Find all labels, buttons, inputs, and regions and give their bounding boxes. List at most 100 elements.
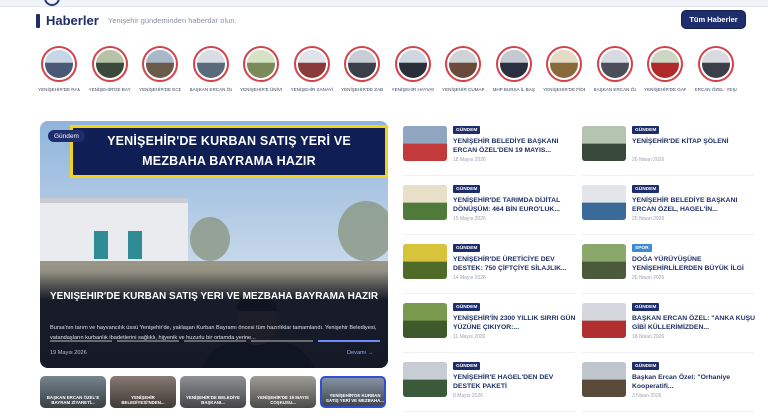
story-image xyxy=(449,50,477,78)
hero-progress-segment xyxy=(117,340,179,342)
news-title[interactable]: BAŞKAN ERCAN ÖZEL: "ANKA KUŞU GİBİ KÜLLE… xyxy=(632,314,758,332)
story-image xyxy=(196,50,225,78)
news-item[interactable]: SPOR DOĞA YÜRÜYÜŞÜNE YENİŞEHİRLİLERDEN BÜ… xyxy=(582,244,754,302)
hero-category-tag: Gündem xyxy=(48,130,85,142)
story-caption: YENİŞEHİR SANAYİ SİTESİ... xyxy=(290,87,333,92)
story-caption: ERCAN ÖZEL: YEŞAŞ YENİDE... xyxy=(694,87,737,92)
news-thumbnail xyxy=(403,362,447,397)
section-header: Haberler Yenişehir gündeminden haberdar … xyxy=(0,8,768,34)
hero-thumbnail-active[interactable]: YENİŞEHİR'DE KURBAN SATIŞ YERİ VE MEZBAH… xyxy=(320,376,386,408)
hero-thumbnail[interactable]: YENİŞEHİR'DE BELEDİYE BAŞKANI... xyxy=(180,376,246,408)
hero-thumbnail[interactable]: YENİŞEHİR BELEDİYESİ'NDEN... xyxy=(110,376,176,408)
story-item[interactable]: MHP BURSA İL BAŞKANI... xyxy=(493,46,535,93)
all-news-button[interactable]: Tüm Haberler xyxy=(681,10,746,29)
story-image xyxy=(499,50,528,78)
news-category-badge: GÜNDEM xyxy=(632,362,660,370)
story-ring xyxy=(647,46,683,82)
hero-progress-segment-active xyxy=(318,340,380,342)
hero-read-more-link[interactable]: Devamı → xyxy=(347,350,373,356)
thumbnail-caption: YENİŞEHİR BELEDİYESİ'NDEN... xyxy=(121,395,165,405)
news-item[interactable]: GÜNDEM YENİŞEHİR'DE TARIMDA DİJİTAL DÖNÜŞ… xyxy=(403,185,575,243)
news-item[interactable]: GÜNDEM BAŞKAN ERCAN ÖZEL: "ANKA KUŞU GİBİ… xyxy=(582,303,755,361)
news-title[interactable]: YENİŞEHİR'DE KİTAP ŞÖLENİ xyxy=(632,137,758,146)
hero-image-door xyxy=(128,231,142,259)
story-item[interactable]: YENİŞEHİR'DE FİDE FİYATLARI... xyxy=(543,46,585,93)
story-caption: BAŞKAN ERCAN ÖZEL: "SİZLER... xyxy=(189,87,232,92)
news-date: 3 Nisan 2026 xyxy=(632,393,662,399)
news-category-badge: GÜNDEM xyxy=(453,126,481,134)
story-item[interactable]: YENİŞEHİR HAYVAN... xyxy=(392,46,434,93)
story-ring xyxy=(41,46,77,82)
news-title[interactable]: Başkan Ercan Özel: "Orhaniye Kooperatifi… xyxy=(632,373,758,391)
story-item[interactable]: YENİŞEHİR'DE ECDADA VEFA... xyxy=(139,46,181,93)
news-category-badge: GÜNDEM xyxy=(453,185,481,193)
news-title[interactable]: YENİŞEHİR'DE ÜRETİCİYE DEV DESTEK: 750 Ç… xyxy=(453,255,579,273)
story-ring xyxy=(445,46,481,82)
news-thumbnail xyxy=(403,126,447,161)
story-image xyxy=(651,50,679,78)
news-item[interactable]: GÜNDEM YENİŞEHİR'E HAGEL'DEN DEV DESTEK P… xyxy=(403,362,575,420)
news-title[interactable]: DOĞA YÜRÜYÜŞÜNE YENİŞEHİRLİLERDEN BÜYÜK … xyxy=(632,255,758,273)
story-item[interactable]: YENİŞEHİR'DE GARNİZON... xyxy=(644,46,686,93)
story-image xyxy=(45,50,73,78)
featured-news-card[interactable]: YENİŞEHİR'DE KURBAN SATIŞ YERİ VE MEZBAH… xyxy=(40,121,388,368)
news-item[interactable]: GÜNDEM YENİŞEHİR'DE ÜRETİCİYE DEV DESTEK:… xyxy=(403,244,575,302)
story-item[interactable]: BAŞKAN ERCAN ÖZEL: "SİZLER... xyxy=(190,46,232,93)
news-item[interactable]: GÜNDEM YENİŞEHİR BELEDİYE BAŞKANI ERCAN Ö… xyxy=(582,185,754,243)
story-image xyxy=(146,50,174,78)
hero-thumbnail[interactable]: YENİŞEHİR'DE 19 MAYIS COŞKUSU... xyxy=(250,376,316,408)
story-item[interactable]: YENİŞEHİR'DE ZABITADAN... xyxy=(341,46,383,93)
story-ring xyxy=(546,46,582,82)
section-subtitle: Yenişehir gündeminden haberdar olun. xyxy=(108,16,237,25)
news-divider xyxy=(582,234,754,235)
story-item[interactable]: YENİŞEHİR CUMARTESİ... xyxy=(442,46,484,93)
news-title[interactable]: YENİŞEHİR'DE TARIMDA DİJİTAL DÖNÜŞÜM: 46… xyxy=(453,196,579,214)
news-divider xyxy=(582,411,754,412)
hero-thumbnail[interactable]: BAŞKAN ERCAN ÖZEL'E BAYRAM ZİYARETİ... xyxy=(40,376,106,408)
story-item[interactable]: YENİŞEHİR'E ÜNİVERSİTE... xyxy=(240,46,282,93)
story-item[interactable]: ERCAN ÖZEL: YEŞAŞ YENİDE... xyxy=(695,46,737,93)
news-thumbnail xyxy=(582,362,626,397)
story-item[interactable]: YENİŞEHİR SANAYİ SİTESİ... xyxy=(291,46,333,93)
hero-image-tree xyxy=(338,201,388,261)
hero-title[interactable]: Yenişehir'de Kurban Satış Yeri ve Mezbah… xyxy=(50,289,380,304)
story-ring xyxy=(344,46,380,82)
story-ring xyxy=(91,46,128,82)
thumbnail-caption: YENİŞEHİR'DE KURBAN SATIŞ YERİ VE MEZBAH… xyxy=(326,393,384,403)
hero-banner-line-1: YENİŞEHİR'DE KURBAN SATIŞ YERİ VE xyxy=(107,134,351,148)
news-date: 14 Mayıs 2026 xyxy=(453,275,486,281)
news-title[interactable]: YENİŞEHİR BELEDİYE BAŞKANI ERCAN ÖZEL, H… xyxy=(632,196,758,214)
story-ring xyxy=(394,46,431,82)
hero-overlay xyxy=(40,271,388,368)
story-caption: YENİŞEHİR'DE ECDADA VEFA... xyxy=(139,87,181,92)
news-item[interactable]: GÜNDEM YENİŞEHİR'DE KİTAP ŞÖLENİ 26 Nisan … xyxy=(582,126,754,184)
story-image xyxy=(701,50,730,78)
news-item[interactable]: GÜNDEM YENİŞEHİR'İN 2300 YILLIK SIRRI GÜN… xyxy=(403,303,575,361)
news-item[interactable]: GÜNDEM Başkan Ercan Özel: "Orhaniye Koope… xyxy=(582,362,754,420)
news-category-badge: GÜNDEM xyxy=(453,244,481,252)
story-ring xyxy=(596,46,633,82)
news-thumbnail xyxy=(582,303,626,338)
hero-progress-segment xyxy=(184,340,246,342)
news-category-badge: GÜNDEM xyxy=(453,362,481,370)
header-accent-bar xyxy=(36,14,40,28)
story-image xyxy=(550,50,578,78)
story-caption: YENİŞEHİR'DE FİDE FİYATLARI... xyxy=(543,87,585,92)
story-image xyxy=(95,50,124,78)
story-ring xyxy=(243,46,279,82)
news-date: 18 Mayıs 2026 xyxy=(453,157,486,163)
story-item[interactable]: BAŞKAN ERCAN ÖZEL... xyxy=(594,46,636,93)
thumbnail-caption: BAŞKAN ERCAN ÖZEL'E BAYRAM ZİYARETİ... xyxy=(46,395,100,405)
news-title[interactable]: YENİŞEHİR BELEDİYE BAŞKANI ERCAN ÖZEL'DE… xyxy=(453,137,579,155)
hero-progress-segment xyxy=(50,340,112,342)
hero-progress xyxy=(50,340,380,343)
news-thumbnail xyxy=(582,185,626,220)
story-item[interactable]: YENİŞEHİR'DE RAMAZAN... xyxy=(38,46,80,93)
story-item[interactable]: YENİŞEHİR'DE BAYRAM... xyxy=(89,46,131,93)
news-item[interactable]: GÜNDEM YENİŞEHİR BELEDİYE BAŞKANI ERCAN Ö… xyxy=(403,126,575,184)
hero-thumbnail-strip: BAŞKAN ERCAN ÖZEL'E BAYRAM ZİYARETİ... YE… xyxy=(40,376,390,409)
section-title: Haberler xyxy=(46,13,99,28)
news-divider xyxy=(403,352,575,353)
news-title[interactable]: YENİŞEHİR'E HAGEL'DEN DEV DESTEK PAKETİ xyxy=(453,373,579,391)
news-title[interactable]: YENİŞEHİR'İN 2300 YILLIK SIRRI GÜN YÜZÜN… xyxy=(453,314,579,332)
